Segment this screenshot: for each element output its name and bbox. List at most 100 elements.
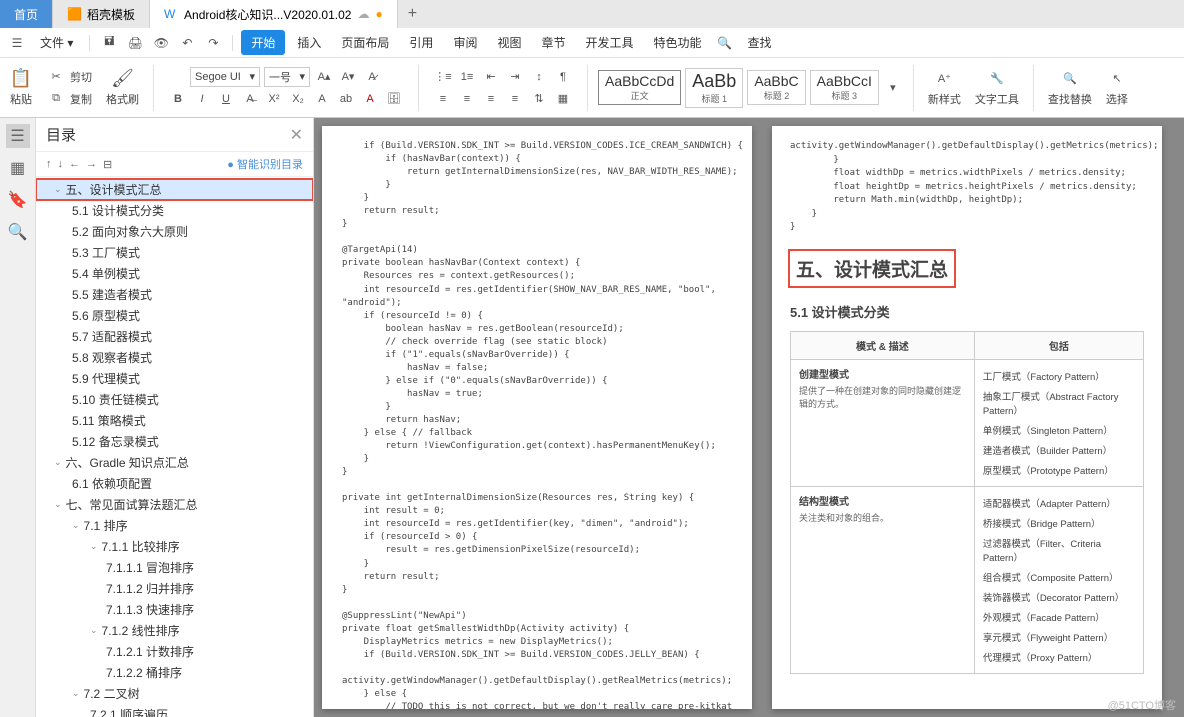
menu-chapter[interactable]: 章节: [533, 30, 573, 55]
fontcolor-icon[interactable]: A: [360, 89, 380, 109]
menu-review[interactable]: 审阅: [445, 30, 485, 55]
outline-item[interactable]: ⌄7.1.2 线性排序: [36, 620, 313, 641]
outline-item[interactable]: 7.1.2.2 桶排序: [36, 662, 313, 683]
linespace-icon[interactable]: ⇅: [529, 89, 549, 109]
search-icon[interactable]: 🔍: [714, 32, 736, 54]
style-h1[interactable]: AaBb标题 1: [685, 68, 743, 108]
shrink-font-icon[interactable]: A▾: [338, 67, 358, 87]
preview-icon[interactable]: 👁: [150, 32, 172, 54]
outline-up-icon[interactable]: ↑: [46, 158, 52, 171]
tab-home[interactable]: 首页: [0, 0, 53, 28]
align-justify-icon[interactable]: ≡: [505, 89, 525, 109]
shade-icon[interactable]: 🗄: [384, 89, 404, 109]
outline-item[interactable]: 5.10 责任链模式: [36, 389, 313, 410]
super-icon[interactable]: X²: [264, 89, 284, 109]
outline-close-icon[interactable]: ✕: [290, 125, 303, 145]
outline-item[interactable]: 5.8 观察者模式: [36, 347, 313, 368]
outline-item[interactable]: ⌄五、设计模式汇总: [36, 179, 313, 200]
findreplace-icon[interactable]: 🔍: [1060, 69, 1080, 89]
menu-start[interactable]: 开始: [241, 30, 285, 55]
outline-item[interactable]: 7.1.2.1 计数排序: [36, 641, 313, 662]
style-h2[interactable]: AaBbC标题 2: [747, 70, 805, 105]
clear-fmt-icon[interactable]: A̷: [362, 67, 382, 87]
paste-icon[interactable]: 📋: [11, 69, 31, 89]
outline-item[interactable]: 5.6 原型模式: [36, 305, 313, 326]
menu-insert[interactable]: 插入: [289, 30, 329, 55]
menu-dev[interactable]: 开发工具: [577, 30, 641, 55]
outline-item[interactable]: ⌄7.2 二叉树: [36, 683, 313, 704]
indent-inc-icon[interactable]: ⇥: [505, 67, 525, 87]
grow-font-icon[interactable]: A▴: [314, 67, 334, 87]
outline-smart[interactable]: ● 智能识别目录: [227, 156, 303, 172]
outline-item[interactable]: 5.4 单例模式: [36, 263, 313, 284]
align-right-icon[interactable]: ≡: [481, 89, 501, 109]
document-area[interactable]: if (Build.VERSION.SDK_INT >= Build.VERSI…: [314, 118, 1184, 717]
outline-item[interactable]: 5.9 代理模式: [36, 368, 313, 389]
menu-search[interactable]: 查找: [740, 30, 780, 55]
menu-layout[interactable]: 页面布局: [333, 30, 397, 55]
outline-item[interactable]: ⌄7.1 排序: [36, 515, 313, 536]
border-icon[interactable]: ▦: [553, 89, 573, 109]
outline-item[interactable]: 5.5 建造者模式: [36, 284, 313, 305]
menu-ref[interactable]: 引用: [401, 30, 441, 55]
outline-down-icon[interactable]: ↓: [58, 158, 64, 171]
sub-icon[interactable]: X₂: [288, 89, 308, 109]
bookmark-icon[interactable]: 🔖: [6, 188, 30, 212]
align-left-icon[interactable]: ≡: [433, 89, 453, 109]
texttool-icon[interactable]: 🔧: [987, 69, 1007, 89]
undo-icon[interactable]: ↶: [176, 32, 198, 54]
copy-icon[interactable]: ⧉: [46, 89, 66, 109]
outline-item[interactable]: 7.2.1 顺序遍历: [36, 704, 313, 717]
numbering-icon[interactable]: 1≡: [457, 67, 477, 87]
outline-item[interactable]: 6.1 依赖项配置: [36, 473, 313, 494]
bold-icon[interactable]: B: [168, 89, 188, 109]
outline-item[interactable]: 5.2 面向对象六大原则: [36, 221, 313, 242]
outline-item[interactable]: ⌄7.1.1 比较排序: [36, 536, 313, 557]
outline-left-icon[interactable]: ←: [69, 158, 80, 171]
size-select[interactable]: 一号▾: [264, 67, 310, 87]
pilcrow-icon[interactable]: ¶: [553, 67, 573, 87]
tab-document[interactable]: WAndroid核心知识...V2020.01.02☁●: [150, 0, 398, 28]
outline-item[interactable]: ⌄七、常见面试算法题汇总: [36, 494, 313, 515]
align-center-icon[interactable]: ≡: [457, 89, 477, 109]
outline-item[interactable]: 7.1.1.2 归并排序: [36, 578, 313, 599]
style-more-icon[interactable]: ▾: [883, 78, 903, 98]
indent-dec-icon[interactable]: ⇤: [481, 67, 501, 87]
thumbs-icon[interactable]: ▦: [6, 156, 30, 180]
outline-right-icon[interactable]: →: [86, 158, 97, 171]
font-select[interactable]: Segoe UI▾: [190, 67, 260, 87]
menu-special[interactable]: 特色功能: [646, 30, 710, 55]
print-icon[interactable]: 🖨: [124, 32, 146, 54]
tab-add[interactable]: +: [398, 5, 427, 23]
outline-item[interactable]: 5.12 备忘录模式: [36, 431, 313, 452]
menu-view[interactable]: 视图: [489, 30, 529, 55]
outline-icon[interactable]: ☰: [6, 124, 30, 148]
outline-list[interactable]: ⌄五、设计模式汇总5.1 设计模式分类5.2 面向对象六大原则5.3 工厂模式5…: [36, 177, 313, 717]
save-icon[interactable]: 🖬: [98, 32, 120, 54]
underline-icon[interactable]: U: [216, 89, 236, 109]
style-normal[interactable]: AaBbCcDd正文: [598, 70, 681, 105]
style-h3[interactable]: AaBbCcI标题 3: [810, 70, 879, 105]
tab-template[interactable]: 🟧稻壳模板: [53, 0, 150, 28]
bullets-icon[interactable]: ⋮≡: [433, 67, 453, 87]
outline-item[interactable]: 5.1 设计模式分类: [36, 200, 313, 221]
outline-collapse-icon[interactable]: ⊟: [103, 158, 112, 171]
menu-icon[interactable]: ☰: [6, 32, 28, 54]
italic-icon[interactable]: I: [192, 89, 212, 109]
textfx-icon[interactable]: A: [312, 89, 332, 109]
outline-item[interactable]: 7.1.1.3 快速排序: [36, 599, 313, 620]
outline-item[interactable]: 5.3 工厂模式: [36, 242, 313, 263]
outline-item[interactable]: 5.7 适配器模式: [36, 326, 313, 347]
outline-item[interactable]: ⌄六、Gradle 知识点汇总: [36, 452, 313, 473]
sort-icon[interactable]: ↕: [529, 67, 549, 87]
outline-item[interactable]: 5.11 策略模式: [36, 410, 313, 431]
search-panel-icon[interactable]: 🔍: [6, 220, 30, 244]
select-icon[interactable]: ↖: [1107, 69, 1127, 89]
redo-icon[interactable]: ↷: [202, 32, 224, 54]
cut-icon[interactable]: ✂: [46, 67, 66, 87]
outline-item[interactable]: 7.1.1.1 冒泡排序: [36, 557, 313, 578]
newstyle-icon[interactable]: A⁺: [934, 69, 954, 89]
highlight-icon[interactable]: ab: [336, 89, 356, 109]
menu-file[interactable]: 文件 ▾: [32, 30, 81, 55]
fmtbrush-icon[interactable]: 🖌: [113, 69, 133, 89]
